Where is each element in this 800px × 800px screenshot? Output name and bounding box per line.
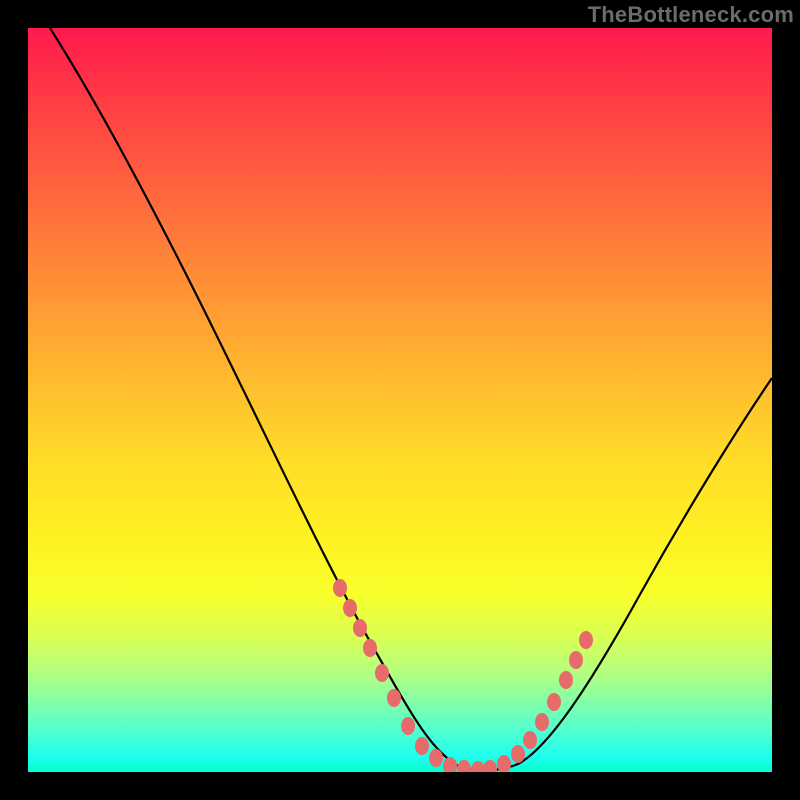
highlight-dot xyxy=(457,760,471,772)
highlight-dot xyxy=(375,664,389,682)
highlight-dot xyxy=(535,713,549,731)
highlight-dot xyxy=(523,731,537,749)
watermark-text: TheBottleneck.com xyxy=(588,2,794,28)
highlight-dot xyxy=(559,671,573,689)
highlight-dot xyxy=(511,745,525,763)
highlight-dot xyxy=(343,599,357,617)
highlight-dot xyxy=(387,689,401,707)
highlight-markers xyxy=(333,579,593,772)
highlight-dot xyxy=(415,737,429,755)
highlight-dot xyxy=(547,693,561,711)
bottleneck-curve xyxy=(50,28,772,770)
highlight-dot xyxy=(569,651,583,669)
highlight-dot xyxy=(443,757,457,772)
highlight-dot xyxy=(353,619,367,637)
highlight-dot xyxy=(333,579,347,597)
highlight-dot xyxy=(429,749,443,767)
highlight-dot xyxy=(471,761,485,772)
highlight-dot xyxy=(497,755,511,772)
highlight-dot xyxy=(401,717,415,735)
highlight-dot xyxy=(579,631,593,649)
highlight-dot xyxy=(483,760,497,772)
highlight-dot xyxy=(363,639,377,657)
chart-frame xyxy=(28,28,772,772)
chart-svg xyxy=(28,28,772,772)
